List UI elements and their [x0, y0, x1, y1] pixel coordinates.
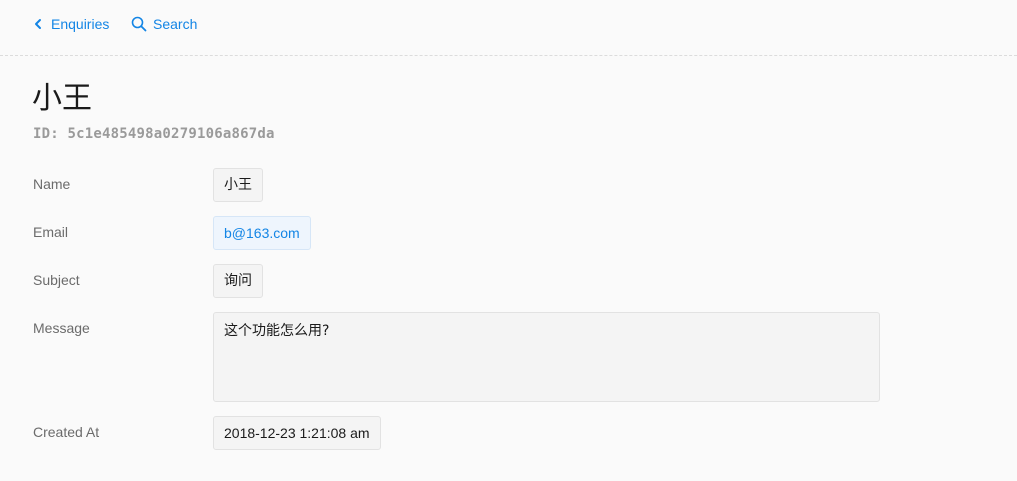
- toolbar: Enquiries Search: [0, 0, 1017, 56]
- search-icon: [131, 16, 147, 32]
- name-value: 小王: [213, 168, 263, 202]
- created-at-label: Created At: [33, 424, 100, 440]
- subject-value: 询问: [213, 264, 263, 298]
- page-title: 小王: [32, 81, 92, 116]
- name-label: Name: [33, 176, 71, 192]
- search-link[interactable]: Search: [131, 16, 197, 32]
- email-link[interactable]: b@163.com: [213, 216, 311, 250]
- email-label: Email: [33, 224, 69, 240]
- message-label: Message: [33, 320, 90, 336]
- record-id: ID: 5c1e485498a0279106a867da: [33, 126, 275, 142]
- search-link-label: Search: [153, 16, 198, 32]
- back-link-label: Enquiries: [51, 16, 110, 32]
- created-at-value: 2018-12-23 1:21:08 am: [213, 416, 381, 450]
- subject-label: Subject: [33, 272, 80, 288]
- message-value: 这个功能怎么用?: [213, 312, 880, 402]
- back-to-enquiries-link[interactable]: Enquiries: [33, 16, 109, 32]
- chevron-left-icon: [35, 19, 41, 29]
